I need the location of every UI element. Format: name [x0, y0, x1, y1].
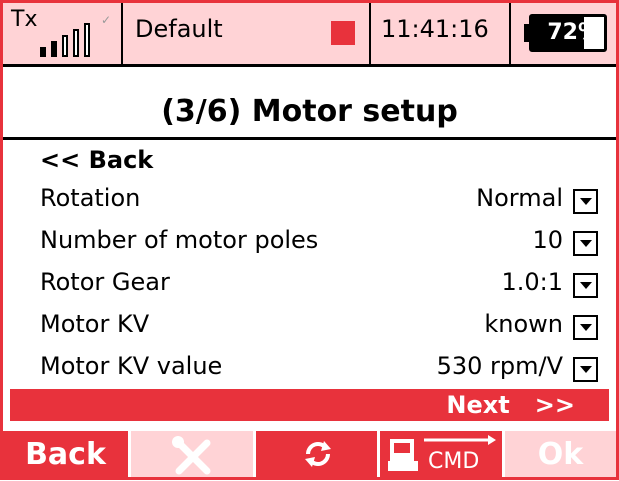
dropdown-arrow-icon[interactable] — [573, 357, 598, 382]
ok-button[interactable]: Ok — [505, 431, 616, 477]
battery-icon: 72% — [529, 14, 607, 52]
signal-bars-icon — [40, 21, 100, 57]
signal-bar — [62, 35, 68, 57]
setting-value: 530 rpm/V — [436, 352, 563, 380]
next-label: Next >> — [446, 391, 575, 419]
setting-label: Motor KV — [40, 310, 150, 338]
signal-bar — [40, 47, 46, 57]
page-title: (3/6) Motor setup — [161, 94, 458, 129]
model-status-indicator — [331, 21, 355, 45]
tools-icon — [172, 436, 211, 475]
cmd-text: CMD — [428, 449, 480, 474]
setting-row-rotation[interactable]: Rotation Normal — [40, 184, 600, 224]
dropdown-arrow-icon[interactable] — [573, 189, 598, 214]
back-button[interactable]: Back — [3, 431, 131, 477]
setting-value: known — [484, 310, 563, 338]
setting-label: Motor KV value — [40, 352, 223, 380]
check-icon: ✓ — [101, 13, 112, 27]
setting-label: Rotation — [40, 184, 141, 212]
softkey-bar: Back CMD Ok — [3, 431, 616, 477]
setting-row-motor-poles[interactable]: Number of motor poles 10 — [40, 226, 600, 266]
model-name: Default — [135, 15, 223, 43]
dropdown-arrow-icon[interactable] — [573, 315, 598, 340]
setting-value: 10 — [532, 226, 563, 254]
setting-label: Number of motor poles — [40, 226, 319, 254]
tx-signal-indicator: Tx ✓ — [3, 3, 123, 64]
signal-bar — [51, 41, 57, 57]
back-link[interactable]: << Back — [40, 146, 600, 186]
setting-value: Normal — [476, 184, 563, 212]
tools-button[interactable] — [131, 431, 256, 477]
dropdown-arrow-icon[interactable] — [573, 273, 598, 298]
next-button[interactable]: Next >> — [10, 389, 609, 421]
refresh-button[interactable] — [256, 431, 380, 477]
dropdown-arrow-icon[interactable] — [573, 231, 598, 256]
status-bar: Tx ✓ Default 11:41:16 72% — [3, 3, 616, 67]
setting-value: 1.0:1 — [501, 268, 563, 296]
battery-percent: 72% — [547, 20, 600, 45]
setting-label: Rotor Gear — [40, 268, 170, 296]
tx-label: Tx — [11, 7, 38, 32]
title-divider — [3, 137, 616, 140]
clock-time: 11:41:16 — [381, 15, 489, 43]
setting-row-motor-kv[interactable]: Motor KV known — [40, 310, 600, 350]
model-cell: Default — [123, 3, 371, 64]
setting-row-rotor-gear[interactable]: Rotor Gear 1.0:1 — [40, 268, 600, 308]
ok-button-label: Ok — [537, 437, 584, 472]
battery-cell: 72% — [511, 3, 616, 64]
clock-cell: 11:41:16 — [371, 3, 511, 64]
setting-row-motor-kv-value[interactable]: Motor KV value 530 rpm/V — [40, 352, 600, 392]
cmd-button[interactable]: CMD — [380, 431, 505, 477]
back-button-label: Back — [25, 437, 106, 472]
signal-bar — [84, 23, 90, 57]
back-link-label: << Back — [40, 146, 154, 174]
signal-bar — [73, 29, 79, 57]
refresh-icon — [305, 441, 331, 467]
